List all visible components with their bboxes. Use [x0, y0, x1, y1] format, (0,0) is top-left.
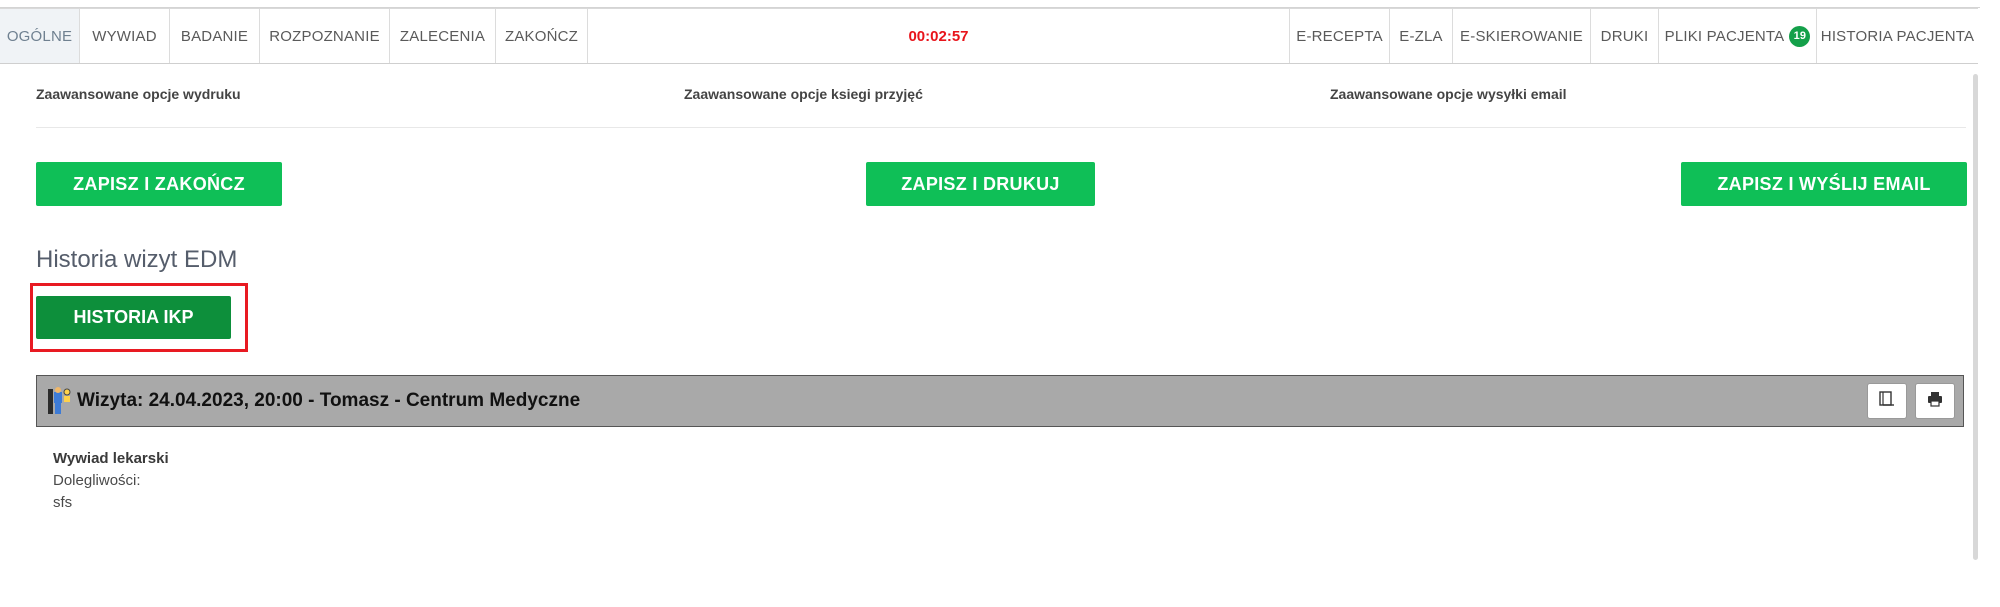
visit-navbar: OGÓLNE WYWIAD BADANIE ROZPOZNANIE ZALECE… — [0, 8, 1978, 64]
tab-badanie[interactable]: BADANIE — [170, 9, 260, 63]
visit-header[interactable]: Wizyta: 24.04.2023, 20:00 - Tomasz - Cen… — [36, 375, 1964, 427]
tab-ogolne[interactable]: OGÓLNE — [0, 9, 80, 63]
visit-actions — [1867, 383, 1955, 419]
tab-wywiad[interactable]: WYWIAD — [80, 9, 170, 63]
complaints-label: Dolegliwości: — [53, 472, 141, 489]
nav-left-tabs: OGÓLNE WYWIAD BADANIE ROZPOZNANIE ZALECE… — [0, 9, 588, 63]
tab-pliki-pacjenta-label: PLIKI PACJENTA — [1664, 27, 1785, 45]
ikp-history-button[interactable]: HISTORIA IKP — [36, 296, 231, 339]
advanced-print-options-link[interactable]: Zaawansowane opcje wydruku — [36, 86, 241, 102]
app-window: OGÓLNE WYWIAD BADANIE ROZPOZNANIE ZALECE… — [0, 0, 1980, 607]
advanced-email-options-link[interactable]: Zaawansowane opcje wysyłki email — [1330, 86, 1567, 102]
top-strip — [0, 0, 1980, 8]
medical-interview-heading: Wywiad lekarski — [53, 450, 169, 467]
visit-details: Wywiad lekarski Dolegliwości: sfs — [53, 448, 169, 514]
files-count-badge: 19 — [1789, 25, 1811, 47]
scrollbar-thumb[interactable] — [1973, 74, 1978, 560]
save-and-email-button[interactable]: ZAPISZ I WYŚLIJ EMAIL — [1681, 162, 1967, 206]
print-button[interactable] — [1915, 383, 1955, 419]
tab-zakoncz[interactable]: ZAKOŃCZ — [496, 9, 588, 63]
save-and-print-button[interactable]: ZAPISZ I DRUKUJ — [866, 162, 1095, 206]
visit-title: Wizyta: 24.04.2023, 20:00 - Tomasz - Cen… — [77, 390, 581, 411]
main-content: Zaawansowane opcje wydruku Zaawansowane … — [36, 64, 1967, 224]
advanced-admissions-book-link[interactable]: Zaawansowane opcje ksiegi przyjęć — [684, 86, 923, 102]
tab-e-recepta[interactable]: E-RECEPTA — [1289, 9, 1389, 63]
doctor-patient-icon — [47, 386, 73, 416]
vertical-scrollbar[interactable] — [1966, 64, 1980, 560]
nav-right-tabs: E-RECEPTA E-ZLA E-SKIEROWANIE DRUKI PLIK… — [1289, 9, 1978, 63]
tab-druki[interactable]: DRUKI — [1590, 9, 1658, 63]
advanced-options-row: Zaawansowane opcje wydruku Zaawansowane … — [36, 64, 1966, 128]
print-icon — [1926, 390, 1944, 413]
save-actions-row: ZAPISZ I ZAKOŃCZ ZAPISZ I DRUKUJ ZAPISZ … — [36, 128, 1967, 224]
complaints-value: sfs — [53, 494, 73, 511]
save-and-finish-button[interactable]: ZAPISZ I ZAKOŃCZ — [36, 162, 282, 206]
visit-timer: 00:02:57 — [908, 27, 969, 45]
tab-e-zla[interactable]: E-ZLA — [1389, 9, 1452, 63]
tab-rozpoznanie[interactable]: ROZPOZNANIE — [260, 9, 390, 63]
copy-icon — [1878, 390, 1896, 413]
edm-history-title: Historia wizyt EDM — [36, 246, 238, 273]
copy-button[interactable] — [1867, 383, 1907, 419]
tab-zalecenia[interactable]: ZALECENIA — [390, 9, 496, 63]
tab-pliki-pacjenta[interactable]: PLIKI PACJENTA 19 — [1658, 9, 1816, 63]
tab-e-skierowanie[interactable]: E-SKIEROWANIE — [1452, 9, 1590, 63]
tab-historia-pacjenta[interactable]: HISTORIA PACJENTA — [1816, 9, 1978, 63]
